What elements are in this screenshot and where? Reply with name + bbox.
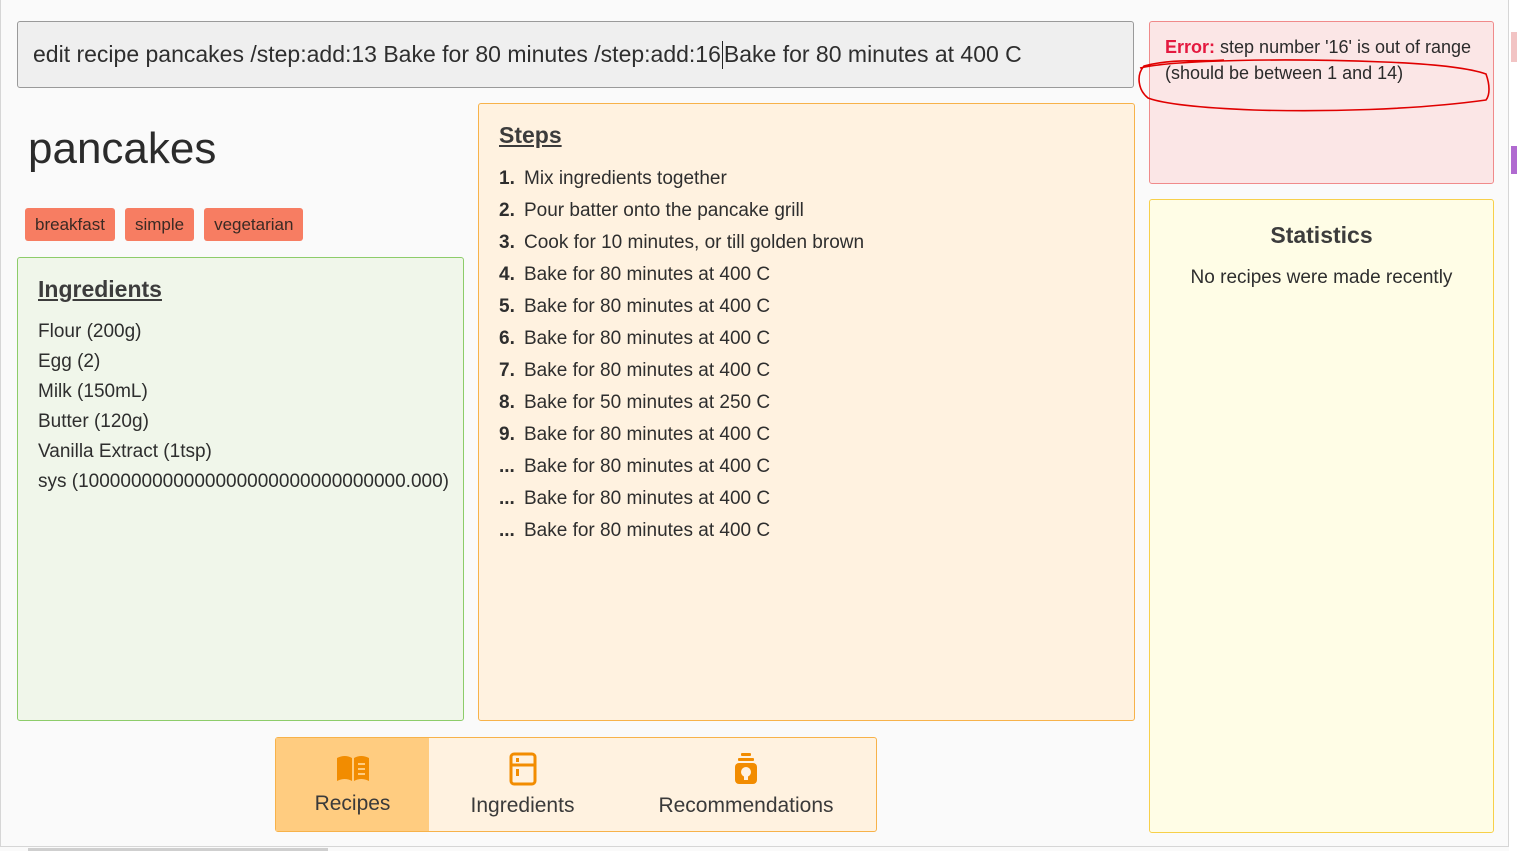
ingredient-item: Egg (2) [38,351,101,372]
bottom-tab-bar: Recipes Ingredients Recommendations [275,737,877,832]
ingredients-heading: Ingredients [38,276,162,302]
step-number: 3. [499,232,515,253]
step-text: Cook for 10 minutes, or till golden brow… [524,232,865,253]
ingredient-item: Butter (120g) [38,411,149,432]
statistics-panel: Statistics No recipes were made recently [1149,199,1494,833]
tab-recommendations[interactable]: Recommendations [616,738,876,831]
tab-recipes[interactable]: Recipes [276,738,429,831]
step-item: 7. Bake for 80 minutes at 400 C [499,355,1114,387]
step-number: 6. [499,328,515,349]
error-panel: Error: step number '16' is out of range … [1149,21,1494,184]
fridge-icon [509,752,536,785]
step-text: Bake for 80 minutes at 400 C [524,296,771,317]
step-text: Bake for 80 minutes at 400 C [524,264,771,285]
statistics-title: Statistics [1270,222,1373,248]
step-text: Pour batter onto the pancake grill [524,200,804,221]
step-text: Bake for 80 minutes at 400 C [524,424,771,445]
ingredient-item: Vanilla Extract (1tsp) [38,441,212,462]
step-number: ... [499,488,515,509]
step-number: ... [499,520,515,541]
command-text-after-caret: Bake for 80 minutes at 400 C [723,41,1022,67]
tab-ingredients[interactable]: Ingredients [429,738,616,831]
tab-label: Recommendations [658,793,834,817]
step-item: ... Bake for 80 minutes at 400 C [499,451,1114,483]
text-caret [721,40,723,69]
tab-label: Ingredients [470,793,575,817]
step-item: 1. Mix ingredients together [499,163,1114,195]
step-item: 2. Pour batter onto the pancake grill [499,195,1114,227]
ingredient-item: Milk (150mL) [38,381,148,402]
step-item: ... Bake for 80 minutes at 400 C [499,515,1114,547]
step-text: Bake for 50 minutes at 250 C [524,392,771,413]
step-number: 2. [499,200,515,221]
step-item: 4. Bake for 80 minutes at 400 C [499,259,1114,291]
tag: breakfast [25,208,115,241]
ingredient-item: Flour (200g) [38,321,142,342]
tab-label: Recipes [314,791,391,815]
tag: simple [124,208,195,241]
step-number: ... [499,456,515,477]
step-item: 3. Cook for 10 minutes, or till golden br… [499,227,1114,259]
step-text: Bake for 80 minutes at 400 C [524,520,771,541]
step-item: 8. Bake for 50 minutes at 250 C [499,387,1114,419]
step-text: Bake for 80 minutes at 400 C [524,328,771,349]
steps-heading: Steps [499,122,562,148]
step-item: 9. Bake for 80 minutes at 400 C [499,419,1114,451]
command-text-before-caret: edit recipe pancakes /step:add:13 Bake f… [33,41,721,67]
error-label: Error: [1165,37,1216,57]
step-text: Bake for 80 minutes at 400 C [524,456,771,477]
recipe-title: pancakes [28,124,217,173]
ingredients-panel: Ingredients Flour (200g) Egg (2) Milk (1… [17,257,464,721]
step-text: Bake for 80 minutes at 400 C [524,488,771,509]
ingredient-item: sys (1000000000000000000000000000000.000… [38,471,449,492]
step-item: ... Bake for 80 minutes at 400 C [499,483,1114,515]
recipe-tags: breakfast simple vegetarian [25,208,304,241]
step-text: Bake for 80 minutes at 400 C [524,360,771,381]
step-number: 7. [499,360,515,381]
step-text: Mix ingredients together [524,168,727,189]
step-number: 9. [499,424,515,445]
right-gutter [1509,0,1517,851]
gutter-marker [1511,32,1517,62]
steps-list: 1. Mix ingredients together 2. Pour batter… [499,163,1114,547]
step-number: 1. [499,168,515,189]
step-number: 4. [499,264,515,285]
steps-panel: Steps 1. Mix ingredients together 2. Pour … [478,103,1135,721]
tag: vegetarian [204,208,304,241]
step-number: 8. [499,392,515,413]
step-item: 5. Bake for 80 minutes at 400 C [499,291,1114,323]
gutter-marker [1511,146,1517,174]
step-number: 5. [499,296,515,317]
command-input[interactable]: edit recipe pancakes /step:add:13 Bake f… [17,21,1134,88]
ingredients-list: Flour (200g) Egg (2) Milk (150mL) Butter… [38,317,449,497]
lightbulb-icon [735,752,757,784]
statistics-text: No recipes were made recently [1190,267,1453,288]
book-icon [336,755,369,781]
step-item: 6. Bake for 80 minutes at 400 C [499,323,1114,355]
